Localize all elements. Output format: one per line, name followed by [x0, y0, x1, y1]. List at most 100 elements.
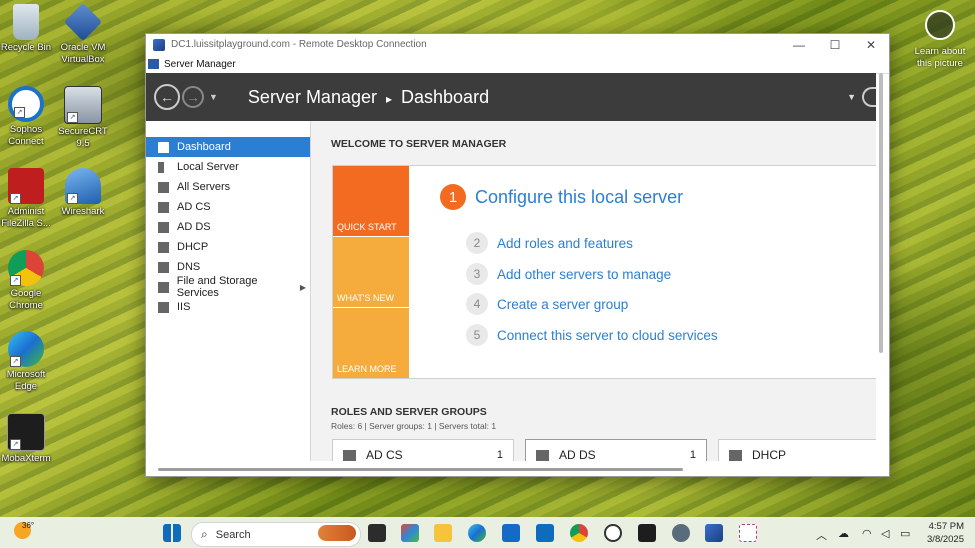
volume-icon[interactable]: ◁ — [881, 527, 889, 540]
nav-history-dropdown[interactable]: ▼ — [209, 92, 218, 102]
sidebar-item-dhcp[interactable]: DHCP — [146, 237, 310, 257]
tray-overflow-icon[interactable]: ︿ — [816, 527, 827, 543]
back-arrow-icon[interactable]: ← — [154, 84, 180, 110]
step-text: Create a server group — [497, 296, 629, 312]
add-servers-link[interactable]: 3 Add other servers to manage — [466, 263, 671, 285]
rdp-window-title: DC1.luissitplayground.com - Remote Deskt… — [171, 39, 427, 50]
breadcrumb-separator: ▸ — [385, 91, 393, 106]
ad-cs-icon — [343, 449, 356, 461]
sidebar-item-dns[interactable]: DNS — [146, 257, 310, 277]
chrome-taskbar-icon[interactable] — [570, 524, 588, 542]
sidebar-item-local-server[interactable]: Local Server — [146, 157, 310, 177]
whats-new-tile[interactable]: WHAT'S NEW — [333, 237, 409, 307]
desktop-icon-virtualbox[interactable]: Oracle VM VirtualBox — [53, 2, 113, 66]
shortcut-arrow-icon: ↗ — [14, 107, 25, 118]
desktop-icon-label: Sophos Connect — [8, 124, 44, 147]
sidebar-item-file-storage[interactable]: File and Storage Services ▶ — [146, 275, 310, 299]
sidebar-item-label: DNS — [177, 261, 201, 273]
maximize-button[interactable]: ☐ — [817, 38, 853, 52]
quick-start-tile[interactable]: QUICK START — [333, 166, 409, 236]
desktop-icon-label: Recycle Bin — [0, 42, 52, 53]
sidebar-item-label: File and Storage Services — [176, 275, 258, 299]
store-icon[interactable] — [502, 524, 520, 542]
desktop-icon-edge[interactable]: ↗ Microsoft Edge — [0, 331, 56, 393]
connect-cloud-link[interactable]: 5 Connect this server to cloud services — [466, 324, 718, 346]
desktop-icon-label: SecureCRT 9.5 — [58, 126, 108, 149]
role-name: AD DS — [559, 448, 596, 461]
sidebar-item-ad-cs[interactable]: AD CS — [146, 197, 310, 217]
role-card-ad-cs[interactable]: AD CS 1 — [332, 439, 514, 461]
wireshark-icon: ↗ — [65, 168, 101, 204]
role-card-dhcp[interactable]: DHCP — [718, 439, 876, 461]
expand-arrow-icon[interactable]: ▶ — [300, 283, 306, 292]
remote-desktop-taskbar-icon[interactable] — [705, 524, 723, 542]
settings-icon[interactable] — [672, 524, 690, 542]
desktop-icon-securecrt[interactable]: ↗ SecureCRT 9.5 — [53, 86, 113, 150]
horizontal-scrollbar[interactable] — [158, 468, 683, 471]
breadcrumb-app: Server Manager — [247, 86, 377, 107]
tile-label: LEARN MORE — [337, 364, 397, 374]
snipping-tool-icon[interactable] — [739, 524, 757, 542]
server-icon — [158, 161, 164, 173]
cloud-icon[interactable]: ☁ — [838, 527, 849, 540]
desktop-icon-label: MobaXterm — [1, 453, 51, 464]
sidebar-item-label: AD CS — [177, 201, 211, 213]
dashboard-content: WELCOME TO SERVER MANAGER QUICK START WH… — [311, 121, 876, 461]
filezilla-icon: ↗ — [8, 168, 44, 204]
terminal-icon[interactable] — [638, 524, 656, 542]
create-server-group-link[interactable]: 4 Create a server group — [466, 293, 628, 315]
shortcut-arrow-icon: ↗ — [10, 193, 21, 204]
vertical-scrollbar[interactable] — [879, 73, 883, 353]
minimize-button[interactable]: — — [781, 38, 817, 52]
desktop-icon-sophos[interactable]: ↗ Sophos Connect — [0, 86, 56, 148]
desktop-icon-label: Microsoft Edge — [6, 369, 46, 392]
wifi-icon[interactable]: ◠ — [862, 527, 872, 540]
file-storage-icon — [158, 281, 169, 293]
shortcut-arrow-icon: ↗ — [10, 439, 21, 450]
tile-label: WHAT'S NEW — [337, 293, 395, 303]
start-icon[interactable] — [163, 524, 181, 542]
sidebar-item-label: Local Server — [177, 161, 239, 173]
obs-icon[interactable] — [604, 524, 622, 542]
breadcrumb: Server Manager ▸ Dashboard — [248, 87, 489, 108]
role-count: 1 — [689, 449, 696, 461]
sidebar-item-ad-ds[interactable]: AD DS — [146, 217, 310, 237]
shortcut-arrow-icon: ↗ — [10, 356, 21, 367]
learn-more-tile[interactable]: LEARN MORE — [333, 308, 409, 378]
battery-icon[interactable]: ▭ — [900, 527, 910, 540]
virtualbox-icon — [63, 2, 103, 42]
edge-taskbar-icon[interactable] — [468, 524, 486, 542]
desktop-icon-chrome[interactable]: ↗ Google Chrome — [0, 250, 56, 312]
configure-local-server-link[interactable]: 1 Configure this local server — [440, 184, 683, 210]
refresh-icon[interactable] — [862, 87, 876, 107]
step-number: 4 — [466, 293, 488, 315]
desktop-icon-mobaxterm[interactable]: ↗ MobaXterm — [0, 413, 56, 465]
sidebar-item-all-servers[interactable]: All Servers — [146, 177, 310, 197]
role-card-ad-ds[interactable]: AD DS 1 — [525, 439, 707, 461]
step-number: 2 — [466, 232, 488, 254]
sidebar-item-dashboard[interactable]: Dashboard — [146, 137, 310, 157]
learn-about-label: Learn about this picture — [914, 46, 966, 69]
welcome-heading: WELCOME TO SERVER MANAGER — [331, 138, 507, 150]
ad-cs-icon — [158, 201, 169, 213]
desktop-icon-label: Oracle VM VirtualBox — [60, 42, 106, 65]
desktop-icon-filezilla[interactable]: ↗ Administ FileZilla S... — [0, 168, 56, 230]
task-view-icon[interactable] — [368, 524, 386, 542]
sidebar-item-label: IIS — [177, 301, 191, 313]
sidebar-item-iis[interactable]: IIS — [146, 297, 310, 317]
desktop-icon-wireshark[interactable]: ↗ Wireshark — [53, 168, 113, 218]
taskbar-clock[interactable]: 4:57 PM 3/8/2025 — [920, 520, 964, 546]
sidebar-item-label: Dashboard — [177, 141, 231, 153]
close-button[interactable]: ✕ — [853, 38, 889, 52]
servers-icon — [158, 181, 169, 193]
desktop-icon-label: Google Chrome — [9, 288, 43, 311]
refresh-dropdown[interactable]: ▼ — [847, 92, 856, 102]
forward-arrow-icon[interactable]: → — [182, 86, 204, 108]
dhcp-icon — [729, 449, 742, 461]
add-roles-link[interactable]: 2 Add roles and features — [466, 232, 633, 254]
outlook-icon[interactable] — [536, 524, 554, 542]
file-explorer-icon[interactable] — [434, 524, 452, 542]
desktop-icon-recycle-bin[interactable]: Recycle Bin — [0, 4, 56, 54]
m365-icon[interactable] — [401, 524, 419, 542]
learn-about-picture[interactable]: Learn about this picture — [912, 10, 968, 70]
